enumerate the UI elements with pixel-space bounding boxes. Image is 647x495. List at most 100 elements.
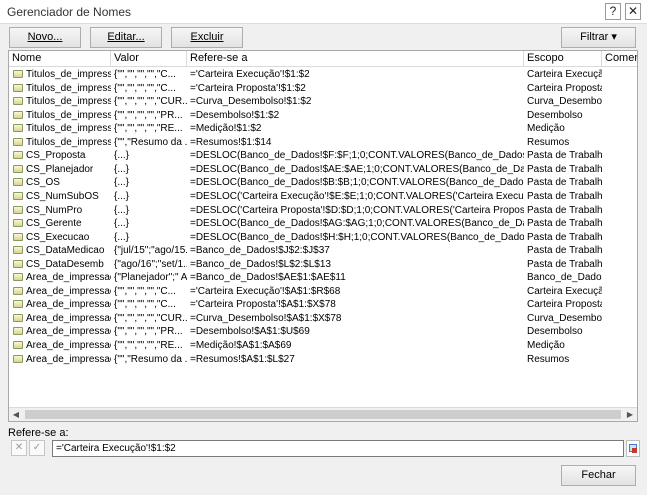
cancel-edit-icon[interactable]: ✕ xyxy=(11,440,27,456)
table-row[interactable]: CS_NumPro {...} =DESLOC('Carteira Proposta… xyxy=(9,204,637,217)
cell-refere: =Banco_de_Dados!$J$2:$J$37 xyxy=(190,245,330,257)
named-range-icon xyxy=(13,286,23,295)
named-range-icon xyxy=(13,178,23,187)
cell-nome: Titulos_de_impressao xyxy=(26,69,111,80)
named-range-icon xyxy=(13,137,23,146)
named-range-icon xyxy=(13,83,23,92)
close-button-label: Fechar xyxy=(581,469,616,481)
table-row[interactable]: CS_DataDesemb {"ago/16";"set/1... =Banco_d… xyxy=(9,258,637,271)
horizontal-scrollbar[interactable]: ◀ ▶ xyxy=(9,407,637,421)
cell-nome: Area_de_impressao xyxy=(26,340,111,351)
table-row[interactable]: Titulos_de_impressao{"","Resumo da ...=R… xyxy=(9,136,637,149)
cell-valor: {"","","","","C... xyxy=(114,285,176,297)
cell-refere: =DESLOC(Banco_de_Dados!$B:$B;1;0;CONT.VA… xyxy=(190,177,524,189)
named-range-icon xyxy=(13,191,23,200)
cell-escopo: Pasta de Trabalho xyxy=(527,218,602,230)
cell-refere: =Resumos!$1:$14 xyxy=(190,136,272,148)
cell-escopo: Pasta de Trabalho xyxy=(527,177,602,189)
list-header: Nome Valor Refere-se a Escopo Comentá xyxy=(9,51,637,67)
refers-to-label: Refere-se a: xyxy=(8,427,69,439)
cell-valor: {...} xyxy=(114,150,130,162)
table-row[interactable]: Area_de_impressao{"Planejador";" A...=Ba… xyxy=(9,271,637,284)
cell-refere: =Banco_de_Dados!$AE$1:$AE$11 xyxy=(190,272,346,284)
cell-refere: =Desembolso!$1:$2 xyxy=(190,109,280,121)
cell-valor: {...} xyxy=(114,177,130,189)
cell-nome: Area_de_impressao xyxy=(26,285,111,297)
scroll-left-icon[interactable]: ◀ xyxy=(9,408,23,421)
cell-escopo: Curva_Desembolso xyxy=(527,96,602,108)
cell-valor: {...} xyxy=(114,190,130,202)
delete-button-label: Excluir xyxy=(190,31,224,43)
table-row[interactable]: Titulos_de_impressao{"","","","","C... ='… xyxy=(9,82,637,95)
column-header-name[interactable]: Nome xyxy=(9,51,111,67)
cell-refere: ='Carteira Execução'!$A$1:$R$68 xyxy=(190,285,341,297)
cell-nome: Area_de_impressao xyxy=(26,326,111,338)
cell-nome: CS_Planejador xyxy=(26,163,94,175)
new-button-label: Novo... xyxy=(27,31,63,43)
table-row[interactable]: Titulos_de_impressao{"","","","","RE... =… xyxy=(9,122,637,135)
close-button[interactable]: Fechar xyxy=(561,465,636,486)
cell-escopo: Medição xyxy=(527,123,565,135)
collapse-dialog-icon[interactable] xyxy=(626,440,640,457)
edit-button-label: Editar... xyxy=(107,31,145,43)
cell-escopo: Carteira Proposta xyxy=(527,82,602,94)
cell-nome: Titulos_de_impressao xyxy=(26,96,111,108)
table-row[interactable]: CS_Execucao {...} =DESLOC(Banco_de_Dados!$… xyxy=(9,231,637,244)
cell-nome: Area_de_impressao xyxy=(26,312,111,324)
named-range-icon xyxy=(13,205,23,214)
table-row[interactable]: Area_de_impressao {"","","","","C... ='Car… xyxy=(9,298,637,311)
table-row[interactable]: Area_de_impressao {"","","","","C... ='Car… xyxy=(9,285,637,298)
cell-nome: CS_DataDesemb xyxy=(26,258,104,270)
table-row[interactable]: CS_Proposta {...} =DESLOC(Banco_de_Dados!$… xyxy=(9,149,637,162)
table-row[interactable]: CS_DataMedicao {"jul/15";"ago/15... =Banco… xyxy=(9,244,637,257)
cell-nome: Titulos_de_impressao xyxy=(26,123,111,135)
delete-button[interactable]: Excluir xyxy=(171,27,243,48)
cell-valor: {"","","","","C... xyxy=(114,299,176,311)
cell-refere: =DESLOC(Banco_de_Dados!$AG:$AG;1;0;CONT.… xyxy=(190,218,524,230)
cell-valor: {...} xyxy=(114,231,130,243)
cell-valor: {...} xyxy=(114,163,130,175)
column-header-value[interactable]: Valor xyxy=(111,51,187,67)
cell-escopo: Carteira Execução xyxy=(527,69,602,80)
column-header-scope[interactable]: Escopo xyxy=(524,51,602,67)
table-row[interactable]: CS_Gerente {...} =DESLOC(Banco_de_Dados!$A… xyxy=(9,217,637,230)
cell-escopo: Pasta de Trabalho xyxy=(527,204,602,216)
cell-refere: =Medição!$1:$2 xyxy=(190,123,262,135)
table-row[interactable]: CS_Planejador {...} =DESLOC(Banco_de_Dados… xyxy=(9,163,637,176)
cell-valor: {"","","","","C... xyxy=(114,82,176,94)
named-range-icon xyxy=(13,246,23,255)
cell-valor: {"","","","","RE... xyxy=(114,340,183,351)
cell-valor: {"jul/15";"ago/15... xyxy=(114,245,187,257)
table-row[interactable]: Area_de_impressao {"","Resumo da ... =Resu… xyxy=(9,353,637,366)
named-range-icon xyxy=(13,300,23,309)
table-row[interactable]: Titulos_de_impressao{"","","","","C... ='… xyxy=(9,68,637,81)
scroll-right-icon[interactable]: ▶ xyxy=(623,408,637,421)
cell-nome: CS_Gerente xyxy=(26,218,82,230)
refers-to-input[interactable]: ='Carteira Execução'!$1:$2 xyxy=(52,440,624,457)
cell-valor: {...} xyxy=(114,204,130,216)
edit-button[interactable]: Editar... xyxy=(90,27,162,48)
cell-valor: {"","","","","PR... xyxy=(114,109,183,121)
table-row[interactable]: Area_de_impressao {"","","","","PR... =Des… xyxy=(9,325,637,338)
names-list[interactable]: Nome Valor Refere-se a Escopo Comentá Ti… xyxy=(8,50,638,422)
named-range-icon xyxy=(13,273,23,282)
column-header-refers-to[interactable]: Refere-se a xyxy=(187,51,524,67)
table-row[interactable]: Area_de_impressao {"","","","","RE... =Med… xyxy=(9,339,637,352)
cell-escopo: Resumos xyxy=(527,353,570,365)
table-row[interactable]: Titulos_de_impressao{"","","","","PR... =… xyxy=(9,109,637,122)
table-row[interactable]: Area_de_impressao {"","","","","CUR... =Cu… xyxy=(9,312,637,325)
table-row[interactable]: Titulos_de_impressao{"","","","","CUR...… xyxy=(9,95,637,108)
cell-refere: =Curva_Desembolso!$1:$2 xyxy=(190,96,312,108)
cell-nome: CS_NumSubOS xyxy=(26,190,99,202)
table-row[interactable]: CS_OS {...} =DESLOC(Banco_de_Dados!$B:$B;1… xyxy=(9,176,637,189)
table-row[interactable]: CS_NumSubOS {...} =DESLOC('Carteira Execuç… xyxy=(9,190,637,203)
cell-valor: {"","","","","PR... xyxy=(114,326,183,338)
filter-button[interactable]: Filtrar ▾ xyxy=(561,27,636,48)
close-window-button[interactable]: ✕ xyxy=(625,3,641,20)
new-button[interactable]: Novo... xyxy=(9,27,81,48)
column-header-comment[interactable]: Comentá xyxy=(602,51,637,67)
confirm-edit-icon[interactable]: ✓ xyxy=(29,440,45,456)
scroll-thumb[interactable] xyxy=(25,410,621,419)
cell-refere: =Desembolso!$A$1:$U$69 xyxy=(190,326,310,338)
help-button[interactable]: ? xyxy=(605,3,621,20)
